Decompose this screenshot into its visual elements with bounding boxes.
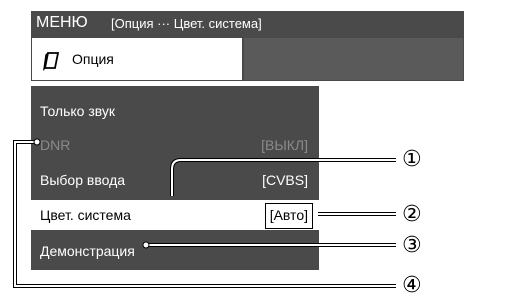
- callout-2: ②: [402, 201, 422, 226]
- callout-3: ③: [402, 232, 422, 257]
- callout-lines: [13, 138, 396, 288]
- callout-1: ①: [402, 146, 422, 171]
- callout-4: ④: [402, 272, 422, 297]
